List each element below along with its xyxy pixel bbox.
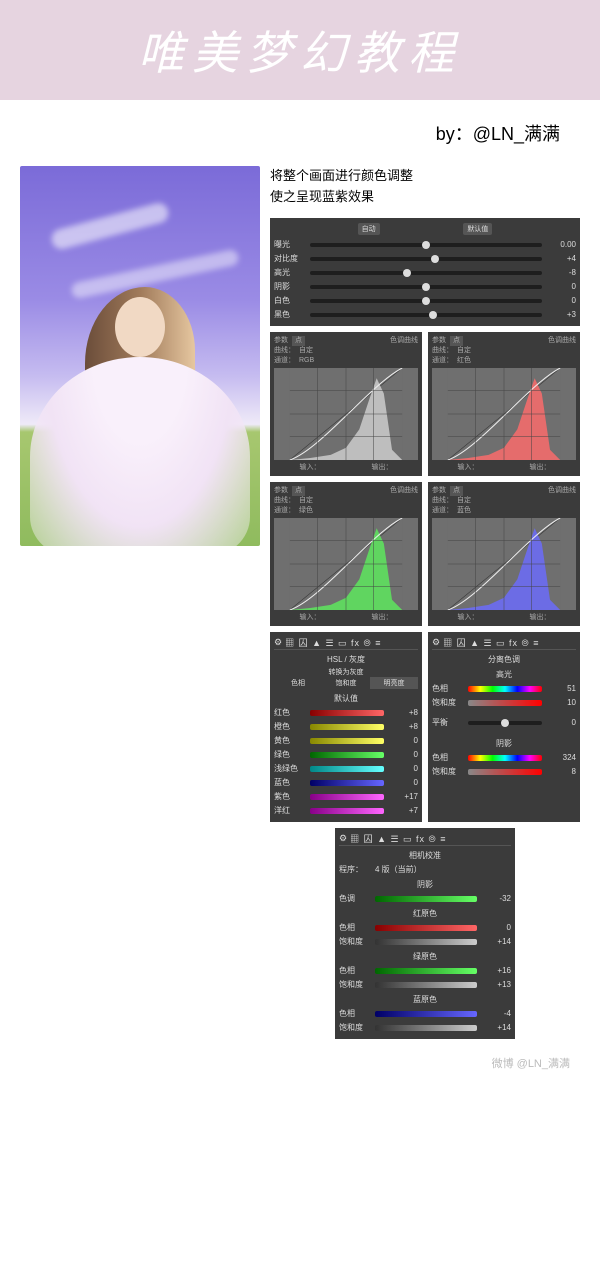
calib-sat-slider[interactable] — [375, 982, 477, 988]
sh-sat-slider[interactable] — [468, 769, 542, 775]
slider-track[interactable] — [310, 257, 542, 261]
tab-sat[interactable]: 饱和度 — [322, 677, 370, 689]
slider-row: 高光 -8 — [274, 266, 576, 280]
curve-panel-绿色: 参数点色调曲线 曲线：自定 通道：绿色 输入：输出： — [270, 482, 422, 626]
curves-grid: 参数点色调曲线 曲线：自定 通道：RGB 输入：输出： 参数点色调曲线 曲线： — [270, 332, 580, 626]
hsl-slider[interactable] — [310, 808, 384, 814]
hsl-slider[interactable] — [310, 710, 384, 716]
title-text: 唯美梦幻教程 — [138, 17, 462, 83]
curve-canvas[interactable] — [432, 368, 576, 460]
hsl-slider[interactable] — [310, 780, 384, 786]
gear-icon[interactable]: ⚙ — [432, 637, 441, 648]
right-column: 将整个画面进行颜色调整 使之呈现蓝紫效果 自动 默认值 曝光 0.00 对比度 … — [270, 166, 580, 1039]
hsl-slider[interactable] — [310, 724, 384, 730]
tab-hue[interactable]: 色相 — [274, 677, 322, 689]
split-tone-panel: ⚙▦ 囚 ▲ ☰ ▭ fx ⦾ ≡ 分离色调 高光 色相51 饱和度10 平衡0… — [428, 632, 580, 822]
gear-icon[interactable]: ⚙ — [274, 637, 283, 648]
default-button[interactable]: 默认值 — [463, 223, 492, 235]
slider-track[interactable] — [310, 299, 542, 303]
calib-hue-slider[interactable] — [375, 968, 477, 974]
hsl-slider[interactable] — [310, 752, 384, 758]
balance-slider[interactable] — [468, 721, 542, 725]
curve-canvas[interactable] — [432, 518, 576, 610]
slider-row: 曝光 0.00 — [274, 238, 576, 252]
hi-hue-slider[interactable] — [468, 686, 542, 692]
gear-icon[interactable]: ⚙ — [339, 833, 348, 844]
calib-sat-slider[interactable] — [375, 939, 477, 945]
tint-slider[interactable] — [375, 896, 477, 902]
calib-hue-slider[interactable] — [375, 1011, 477, 1017]
curve-panel-蓝色: 参数点色调曲线 曲线：自定 通道：蓝色 输入：输出： — [428, 482, 580, 626]
title-banner: 唯美梦幻教程 — [0, 0, 600, 100]
sample-photo — [20, 166, 260, 546]
slider-row: 对比度 +4 — [274, 252, 576, 266]
hsl-slider[interactable] — [310, 766, 384, 772]
basic-panel: 自动 默认值 曝光 0.00 对比度 +4 高光 -8 阴影 0 白色 0 黑色 — [270, 218, 580, 326]
curve-panel-RGB: 参数点色调曲线 曲线：自定 通道：RGB 输入：输出： — [270, 332, 422, 476]
description: 将整个画面进行颜色调整 使之呈现蓝紫效果 — [270, 166, 580, 208]
watermark: 微博 @LN_满满 — [0, 1055, 600, 1071]
slider-track[interactable] — [310, 271, 542, 275]
hsl-slider[interactable] — [310, 794, 384, 800]
hsl-panel: ⚙▦ 囚 ▲ ☰ ▭ fx ⦾ ≡ HSL / 灰度 转换为灰度 色相 饱和度 … — [270, 632, 422, 822]
calib-sat-slider[interactable] — [375, 1025, 477, 1031]
slider-row: 白色 0 — [274, 294, 576, 308]
slider-row: 黑色 +3 — [274, 308, 576, 322]
slider-track[interactable] — [310, 243, 542, 247]
left-column — [20, 166, 260, 1039]
hi-sat-slider[interactable] — [468, 700, 542, 706]
calibration-panel: ⚙▦ 囚 ▲ ☰ ▭ fx ⦾ ≡ 相机校准 程序：4 版（当前） 阴影 色调-… — [335, 828, 515, 1039]
slider-track[interactable] — [310, 285, 542, 289]
hsl-slider[interactable] — [310, 738, 384, 744]
auto-button[interactable]: 自动 — [358, 223, 380, 235]
curve-panel-红色: 参数点色调曲线 曲线：自定 通道：红色 输入：输出： — [428, 332, 580, 476]
content-wrap: 将整个画面进行颜色调整 使之呈现蓝紫效果 自动 默认值 曝光 0.00 对比度 … — [0, 166, 600, 1059]
calib-hue-slider[interactable] — [375, 925, 477, 931]
tab-lum[interactable]: 明亮度 — [370, 677, 418, 689]
slider-track[interactable] — [310, 313, 542, 317]
curve-canvas[interactable] — [274, 518, 418, 610]
slider-row: 阴影 0 — [274, 280, 576, 294]
curve-canvas[interactable] — [274, 368, 418, 460]
byline: by：@LN_满满 — [0, 120, 600, 146]
hsl-tabs: 色相 饱和度 明亮度 — [274, 677, 418, 689]
profile-select[interactable]: 4 版（当前） — [375, 864, 422, 875]
sh-hue-slider[interactable] — [468, 755, 542, 761]
